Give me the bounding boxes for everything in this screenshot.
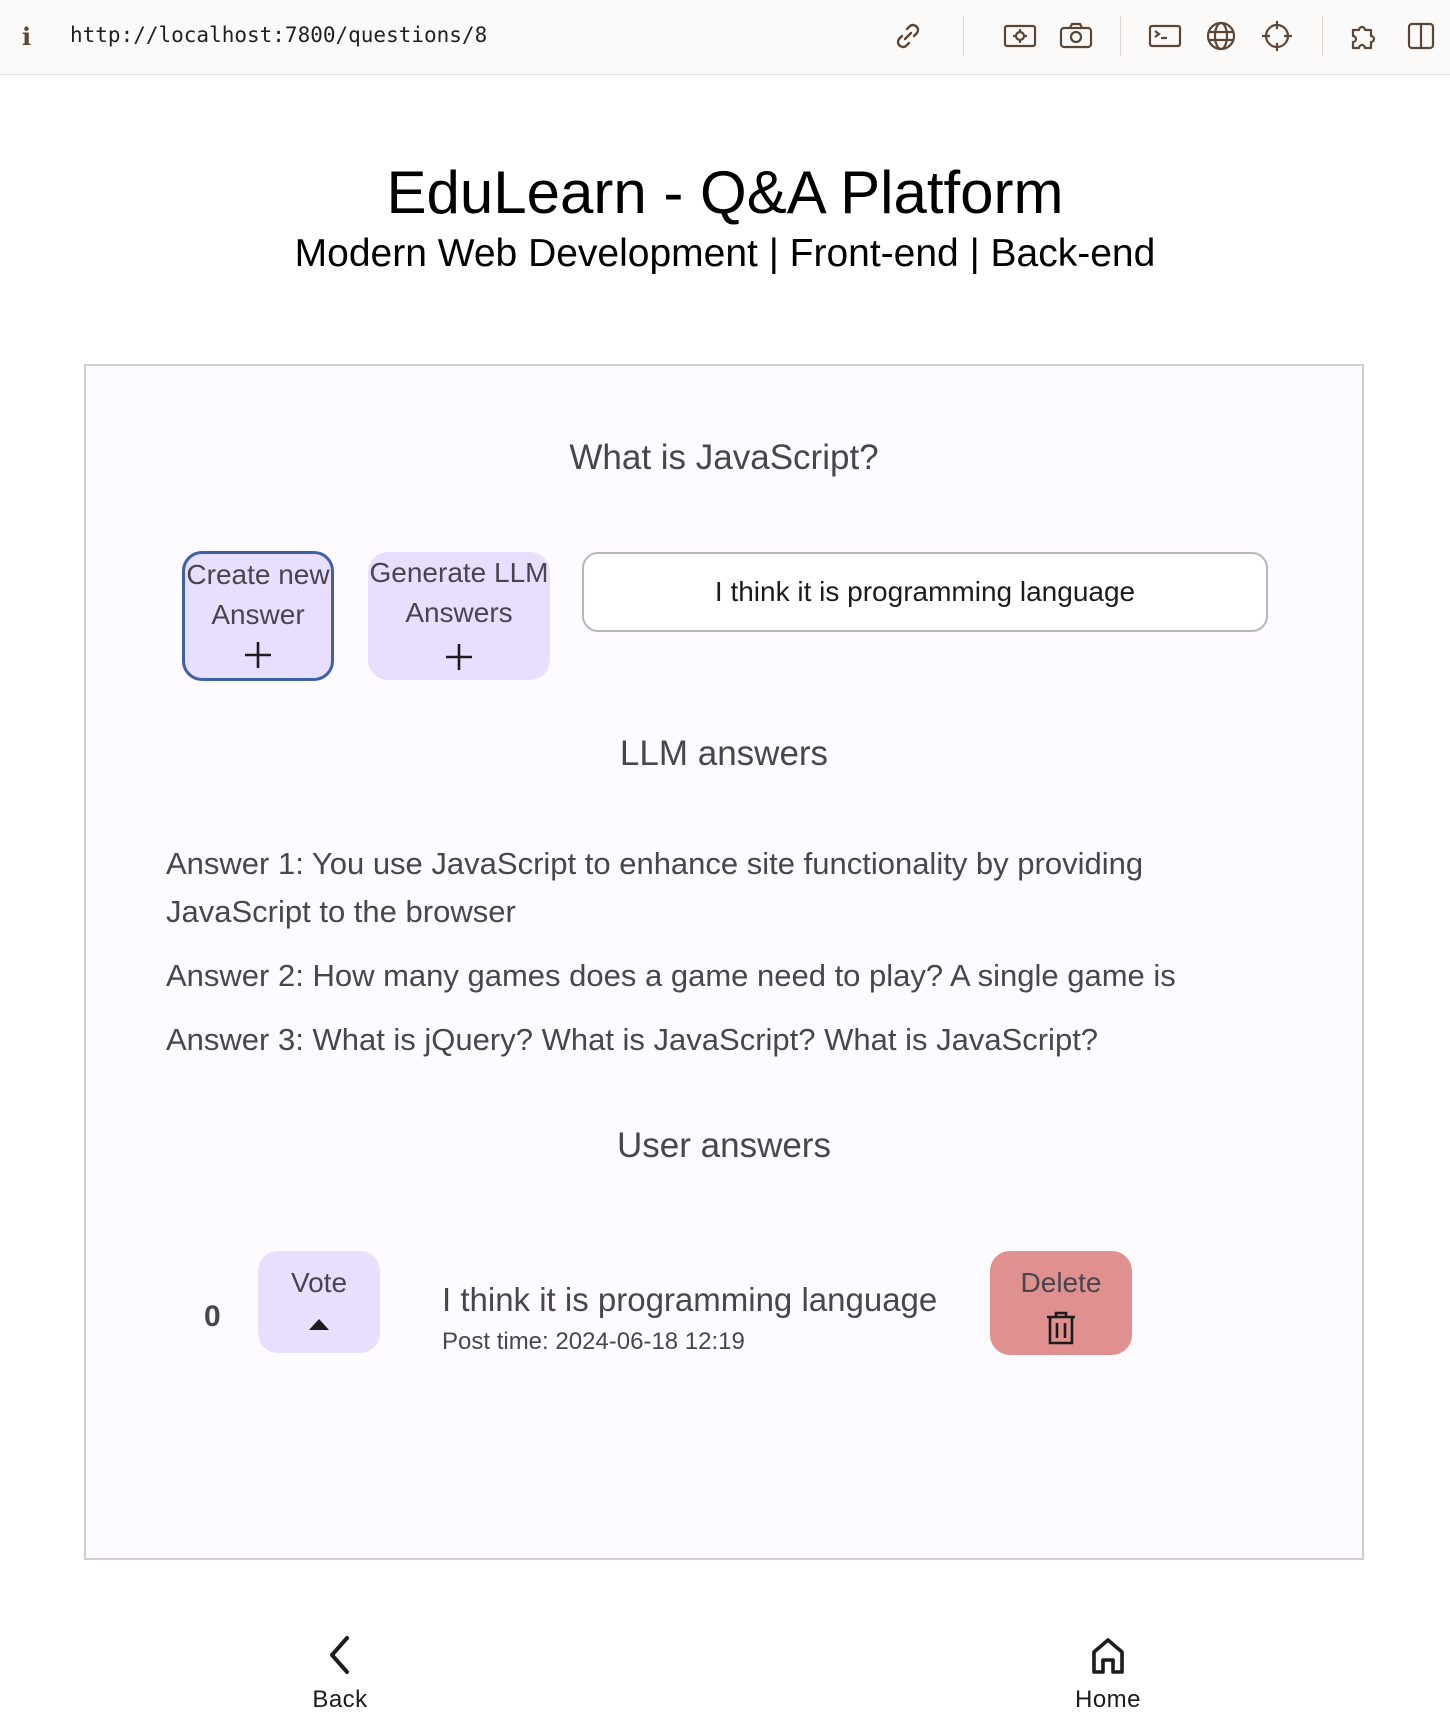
question-card: What is JavaScript? Create new Answer Ge…	[84, 364, 1364, 1560]
user-answers-heading: User answers	[617, 1126, 831, 1165]
camera-icon[interactable]	[1058, 18, 1094, 54]
toolbar-divider	[1120, 16, 1121, 56]
back-button[interactable]: Back	[280, 1632, 400, 1728]
arrow-up-icon	[309, 1319, 329, 1330]
create-answer-label: Create new Answer	[186, 559, 330, 630]
toolbar-divider	[1322, 16, 1323, 56]
home-icon	[1092, 1638, 1124, 1674]
post-time: Post time: 2024-06-18 12:19	[442, 1328, 745, 1355]
generate-llm-answers-button[interactable]: Generate LLM Answers	[368, 552, 550, 680]
home-button[interactable]: Home	[1048, 1632, 1168, 1728]
sidebar-icon[interactable]	[1404, 18, 1440, 54]
app-title: EduLearn - Q&A Platform	[386, 159, 1064, 226]
back-label: Back	[312, 1686, 368, 1713]
llm-answer-item: Answer 1: You use JavaScript to enhance …	[166, 846, 1144, 929]
llm-answers-list: Answer 1: You use JavaScript to enhance …	[166, 840, 1226, 1080]
answer-input[interactable]	[582, 552, 1268, 632]
terminal-icon[interactable]	[1147, 18, 1183, 54]
vote-count: 0	[204, 1300, 221, 1333]
user-answer-text: I think it is programming language	[442, 1281, 938, 1318]
trash-icon	[1047, 1311, 1075, 1345]
vote-button[interactable]: Vote	[258, 1251, 380, 1353]
address-bar[interactable]: http://localhost:7800/questions/8	[70, 23, 487, 47]
delete-button[interactable]: Delete	[990, 1251, 1132, 1355]
info-icon[interactable]: i	[22, 22, 42, 52]
generate-llm-label: Generate LLM Answers	[369, 557, 549, 628]
home-label: Home	[1074, 1686, 1142, 1713]
vote-label: Vote	[290, 1267, 348, 1298]
toolbar-divider	[963, 16, 964, 56]
plus-icon	[446, 644, 472, 670]
app-subtitle: Modern Web Development | Front-end | Bac…	[294, 232, 1156, 275]
screenshot-icon[interactable]	[1002, 18, 1038, 54]
create-answer-button[interactable]: Create new Answer	[182, 551, 334, 681]
crosshair-icon[interactable]	[1259, 18, 1295, 54]
extension-icon[interactable]	[1347, 18, 1383, 54]
plus-icon	[245, 642, 271, 668]
delete-label: Delete	[1020, 1267, 1102, 1298]
globe-icon[interactable]	[1203, 18, 1239, 54]
browser-toolbar: i http://localhost:7800/questions/8	[0, 0, 1450, 75]
chevron-left-icon	[330, 1636, 349, 1674]
link-icon[interactable]	[890, 18, 926, 54]
llm-answer-item: Answer 3: What is jQuery? What is JavaSc…	[166, 1022, 1099, 1057]
question-title: What is JavaScript?	[569, 438, 879, 477]
llm-answer-item: Answer 2: How many games does a game nee…	[166, 958, 1176, 993]
llm-answers-heading: LLM answers	[619, 734, 829, 773]
